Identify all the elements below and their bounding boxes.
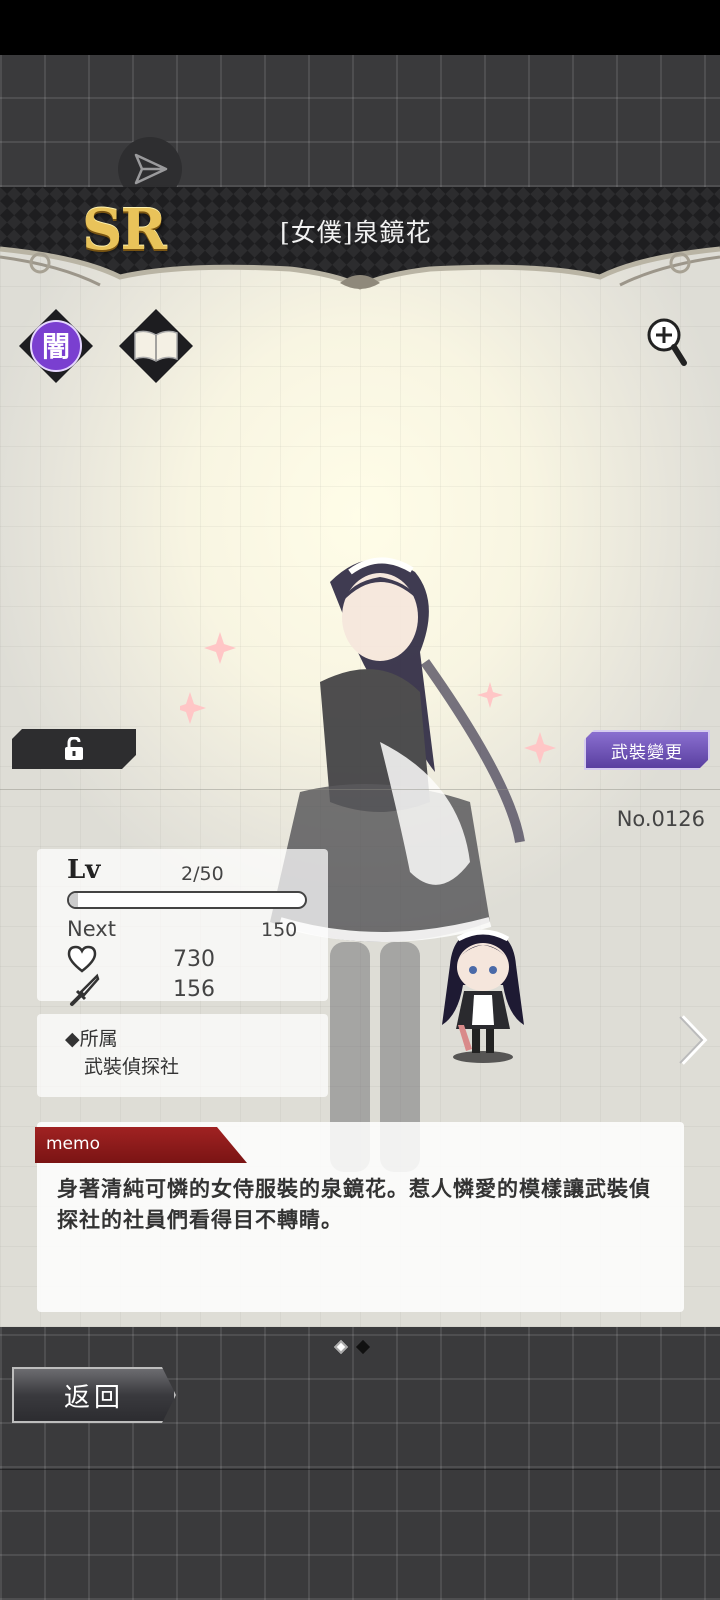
- exp-progress-bar: [67, 891, 307, 909]
- page-dot[interactable]: [355, 1339, 371, 1355]
- profile-book-button[interactable]: [117, 307, 195, 385]
- top-bar: [0, 55, 720, 201]
- attack-value: 156: [173, 977, 215, 1002]
- memo-text: 身著清純可憐的女侍服裝的泉鏡花。惹人憐愛的模樣讓武裝偵探社的社員們看得目不轉睛。: [57, 1177, 651, 1232]
- affiliation-title: ◆所属: [65, 1028, 118, 1050]
- dark-attribute-icon: 闇: [19, 309, 93, 383]
- stats-panel: Lv 2/50 Next 150 730 156: [37, 849, 328, 1006]
- page-dot-active[interactable]: [333, 1339, 349, 1355]
- heart-icon: [67, 945, 97, 973]
- chevron-right-icon[interactable]: [678, 1013, 708, 1067]
- divider: [0, 789, 720, 790]
- attribute-badge[interactable]: 闇: [17, 307, 95, 385]
- book-icon: [119, 309, 193, 383]
- zoom-button[interactable]: [644, 315, 690, 371]
- character-name: [女僕]泉鏡花: [280, 218, 432, 247]
- affiliation-value: 武裝偵探社: [84, 1056, 180, 1078]
- attribute-label: 闇: [42, 330, 70, 363]
- equipment-change-button[interactable]: 武裝變更: [584, 730, 710, 770]
- sword-icon: [70, 973, 100, 1006]
- card-number: No.0126: [616, 807, 705, 831]
- memo-tab: memo: [35, 1127, 247, 1163]
- unlock-icon: [63, 737, 85, 761]
- back-button[interactable]: 返回: [12, 1367, 176, 1423]
- affiliation-panel: ◆所属 武裝偵探社: [37, 1014, 328, 1097]
- character-card: SR [女僕]泉鏡花 闇 武裝變更 No.0126 Lv 2/50 Next 1…: [0, 187, 720, 1327]
- level-value: 2/50: [181, 863, 224, 885]
- lock-toggle-button[interactable]: [12, 729, 136, 769]
- status-bar: [0, 0, 720, 55]
- page-indicator: [333, 1339, 371, 1355]
- zoom-in-icon: [647, 318, 687, 366]
- bottom-divider: [0, 1469, 720, 1470]
- level-label: Lv: [67, 855, 101, 885]
- chibi-character-icon: [442, 929, 524, 1063]
- share-icon: [134, 153, 168, 185]
- next-label: Next: [67, 917, 116, 941]
- hp-value: 730: [173, 947, 215, 972]
- next-exp-value: 150: [261, 919, 298, 941]
- exp-progress-fill: [69, 893, 79, 907]
- rarity-label: SR: [82, 197, 167, 263]
